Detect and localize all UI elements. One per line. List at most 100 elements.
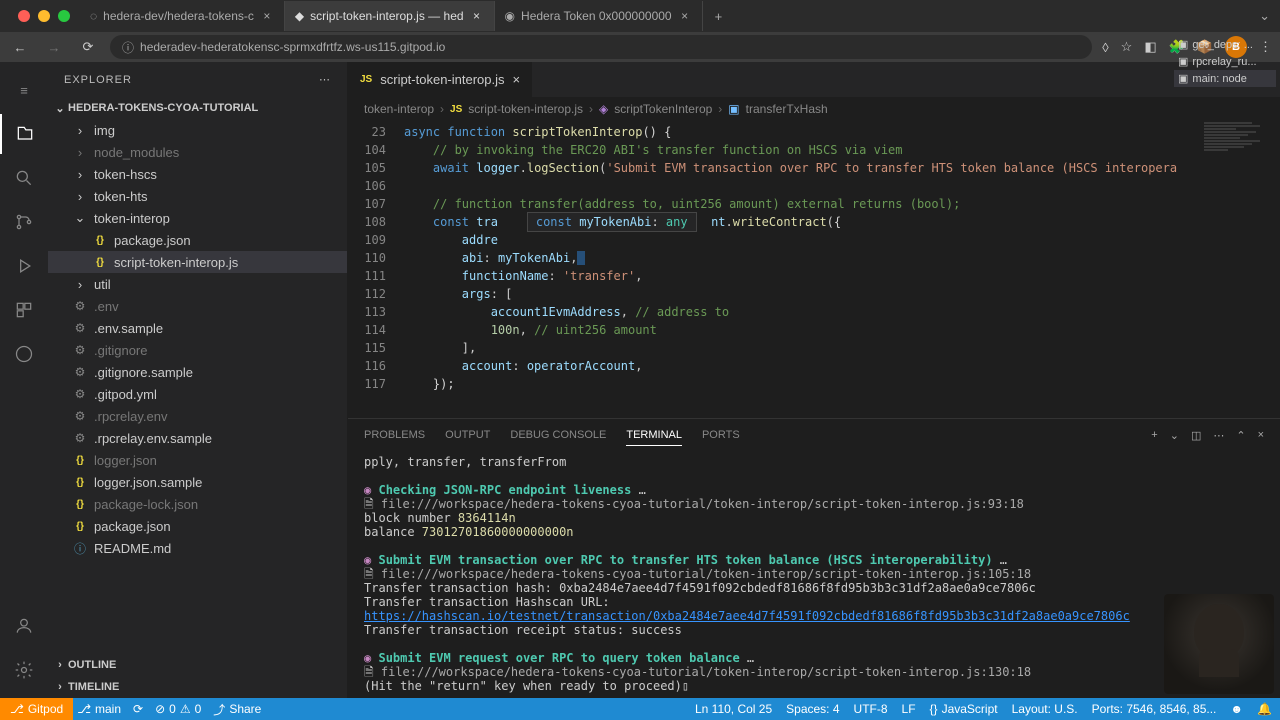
project-section[interactable]: ⌄ HEDERA-TOKENS-CYOA-TUTORIAL bbox=[48, 97, 347, 119]
browser-tab[interactable]: ◆ script-token-interop.js — hed × bbox=[285, 1, 495, 31]
outline-section[interactable]: › OUTLINE bbox=[48, 654, 347, 676]
file-item[interactable]: {}package.json bbox=[48, 229, 347, 251]
gear-icon[interactable] bbox=[0, 650, 48, 690]
chevron-icon: › bbox=[72, 167, 88, 182]
feedback-icon[interactable]: ☻ bbox=[1230, 702, 1243, 716]
folder-item[interactable]: ›util bbox=[48, 273, 347, 295]
url-input[interactable]: ⓘ hederadev-hederatokensc-sprmxdfrtfz.ws… bbox=[110, 35, 1092, 59]
extensions-icon[interactable] bbox=[0, 290, 48, 330]
breadcrumb-item[interactable]: script-token-interop.js bbox=[468, 102, 583, 116]
branch-status[interactable]: ⎇ main bbox=[77, 702, 121, 716]
file-item[interactable]: {}logger.json bbox=[48, 449, 347, 471]
more-icon[interactable]: ⋯ bbox=[319, 73, 331, 86]
panel-tab-output[interactable]: OUTPUT bbox=[445, 425, 490, 445]
breadcrumb-item[interactable]: transferTxHash bbox=[746, 102, 828, 116]
minimap[interactable] bbox=[1200, 121, 1280, 418]
indentation-status[interactable]: Spaces: 4 bbox=[786, 702, 839, 716]
more-icon[interactable]: ⋯ bbox=[1213, 429, 1224, 442]
gitpod-status[interactable]: ⎇ Gitpod bbox=[0, 698, 73, 720]
browser-tab[interactable]: ◉ Hedera Token 0x000000000 × bbox=[495, 1, 703, 31]
terminal-output[interactable]: pply, transfer, transferFrom ◉ Checking … bbox=[348, 451, 1280, 698]
panel-tab-debug[interactable]: DEBUG CONSOLE bbox=[510, 425, 606, 445]
github-icon[interactable] bbox=[0, 334, 48, 374]
language-status[interactable]: {} JavaScript bbox=[930, 702, 998, 716]
breadcrumbs[interactable]: token-interop › JS script-token-interop.… bbox=[348, 97, 1280, 121]
file-item[interactable]: {}package.json bbox=[48, 515, 347, 537]
close-icon[interactable]: × bbox=[1258, 429, 1264, 441]
new-terminal-icon[interactable]: + bbox=[1151, 429, 1157, 441]
terminal-line: balance 73012701860000000000n bbox=[364, 525, 1264, 539]
explorer-icon[interactable] bbox=[0, 114, 48, 154]
code-content[interactable]: async function scriptTokenInterop() { //… bbox=[404, 121, 1280, 418]
editor-tab[interactable]: JS script-token-interop.js × bbox=[348, 62, 532, 97]
terminal-task[interactable]: ▣get_deps: ... bbox=[1174, 36, 1276, 53]
panel-tab-terminal[interactable]: TERMINAL bbox=[626, 425, 682, 446]
eol-status[interactable]: LF bbox=[902, 702, 916, 716]
project-name: HEDERA-TOKENS-CYOA-TUTORIAL bbox=[68, 102, 258, 114]
account-icon[interactable] bbox=[0, 606, 48, 646]
close-icon[interactable]: × bbox=[470, 9, 484, 23]
terminal-line bbox=[364, 539, 1264, 553]
folder-item[interactable]: ›token-hts bbox=[48, 185, 347, 207]
file-item[interactable]: ⚙.env bbox=[48, 295, 347, 317]
js-icon: {} bbox=[92, 235, 108, 246]
terminal-task[interactable]: ▣main: node bbox=[1174, 70, 1276, 87]
maximize-window[interactable] bbox=[58, 10, 70, 22]
forward-button[interactable]: → bbox=[42, 35, 66, 59]
timeline-section[interactable]: › TIMELINE bbox=[48, 676, 347, 698]
file-item[interactable]: ⚙.rpcrelay.env.sample bbox=[48, 427, 347, 449]
close-window[interactable] bbox=[18, 10, 30, 22]
search-icon[interactable] bbox=[0, 158, 48, 198]
folder-item[interactable]: ›node_modules bbox=[48, 141, 347, 163]
browser-tab[interactable]: ◌ hedera-dev/hedera-tokens-c × bbox=[80, 1, 285, 31]
file-item[interactable]: {}package-lock.json bbox=[48, 493, 347, 515]
code-editor[interactable]: 2310410510610710810911011111211311411511… bbox=[348, 121, 1280, 418]
folder-item[interactable]: ⌄token-interop bbox=[48, 207, 347, 229]
file-item[interactable]: ⚙.env.sample bbox=[48, 317, 347, 339]
chevron-down-icon[interactable]: ⌄ bbox=[1259, 8, 1280, 24]
ports-status[interactable]: Ports: 7546, 8546, 85... bbox=[1092, 702, 1217, 716]
file-item[interactable]: ⚙.gitignore.sample bbox=[48, 361, 347, 383]
search-icon[interactable]: ◊ bbox=[1102, 40, 1108, 55]
layout-status[interactable]: Layout: U.S. bbox=[1012, 702, 1078, 716]
hashscan-link[interactable]: https://hashscan.io/testnet/transaction/… bbox=[364, 609, 1130, 623]
debug-icon[interactable] bbox=[0, 246, 48, 286]
share-button[interactable]: ⤴ Share bbox=[213, 701, 261, 718]
sync-status[interactable]: ⟳ bbox=[133, 702, 143, 716]
file-item[interactable]: {}logger.json.sample bbox=[48, 471, 347, 493]
source-control-icon[interactable] bbox=[0, 202, 48, 242]
file-item[interactable]: ⓘREADME.md bbox=[48, 537, 347, 559]
panel-tab-problems[interactable]: PROBLEMS bbox=[364, 425, 425, 445]
bookmark-icon[interactable]: ☆ bbox=[1121, 39, 1133, 55]
close-icon[interactable]: × bbox=[678, 9, 692, 23]
split-terminal-icon[interactable]: ◫ bbox=[1191, 429, 1201, 442]
terminal-task[interactable]: ▣rpcrelay_ru... bbox=[1174, 53, 1276, 70]
breadcrumb-item[interactable]: token-interop bbox=[364, 102, 434, 116]
encoding-status[interactable]: UTF-8 bbox=[854, 702, 888, 716]
close-icon[interactable]: × bbox=[260, 9, 274, 23]
file-item[interactable]: ⚙.gitignore bbox=[48, 339, 347, 361]
file-name: .rpcrelay.env bbox=[94, 409, 167, 424]
reload-button[interactable]: ⟳ bbox=[76, 35, 100, 59]
editor-tabs: JS script-token-interop.js × ◫ ⋯ bbox=[348, 62, 1280, 97]
cursor-position[interactable]: Ln 110, Col 25 bbox=[695, 702, 772, 716]
file-item[interactable]: {}script-token-interop.js bbox=[48, 251, 347, 273]
file-item[interactable]: ⚙.rpcrelay.env bbox=[48, 405, 347, 427]
close-icon[interactable]: × bbox=[513, 72, 521, 87]
maximize-icon[interactable]: ⌃ bbox=[1236, 429, 1245, 442]
menu-icon[interactable]: ≡ bbox=[0, 70, 48, 110]
panel-tab-ports[interactable]: PORTS bbox=[702, 425, 740, 445]
extension-icon[interactable]: ◧ bbox=[1144, 39, 1156, 55]
chevron-down-icon[interactable]: ⌄ bbox=[1170, 429, 1179, 442]
folder-item[interactable]: ›img bbox=[48, 119, 347, 141]
new-tab-button[interactable]: + bbox=[703, 9, 735, 24]
bell-icon[interactable]: 🔔 bbox=[1257, 702, 1272, 716]
file-tree: ›img›node_modules›token-hscs›token-hts⌄t… bbox=[48, 119, 347, 654]
minimize-window[interactable] bbox=[38, 10, 50, 22]
back-button[interactable]: ← bbox=[8, 35, 32, 59]
breadcrumb-item[interactable]: scriptTokenInterop bbox=[614, 102, 712, 116]
errors-status[interactable]: ⊘ 0 ⚠ 0 bbox=[155, 702, 201, 716]
folder-item[interactable]: ›token-hscs bbox=[48, 163, 347, 185]
section-label: OUTLINE bbox=[68, 659, 116, 671]
file-item[interactable]: ⚙.gitpod.yml bbox=[48, 383, 347, 405]
